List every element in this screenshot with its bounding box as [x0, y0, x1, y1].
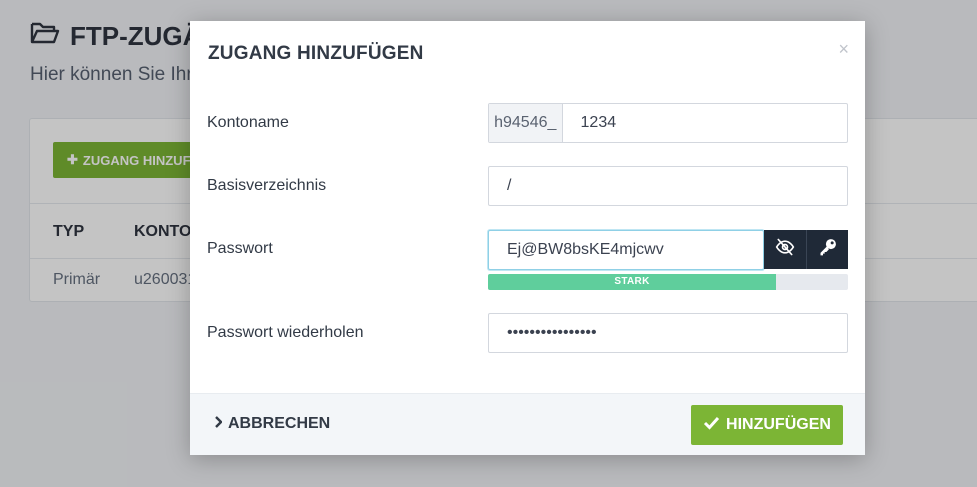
password-label: Passwort — [207, 240, 273, 257]
eye-slash-icon — [775, 237, 795, 262]
generate-password-button[interactable] — [806, 230, 848, 269]
password-field — [488, 230, 764, 270]
password-actions — [764, 230, 848, 269]
submit-button[interactable]: HINZUFÜGEN — [691, 405, 843, 445]
add-account-dialog: ZUGANG HINZUFÜGEN × Kontoname h94546_ Ba… — [190, 21, 865, 455]
dialog-title: ZUGANG HINZUFÜGEN — [208, 43, 424, 64]
account-name-input[interactable] — [562, 104, 847, 142]
check-icon — [703, 416, 720, 435]
password-strength-meter: STARK — [488, 274, 848, 290]
toggle-visibility-button[interactable] — [764, 230, 806, 269]
account-name-field: h94546_ — [488, 103, 848, 143]
dialog-footer: ABBRECHEN HINZUFÜGEN — [190, 393, 865, 455]
base-directory-label: Basisverzeichnis — [207, 177, 327, 194]
password-repeat-field — [488, 313, 848, 353]
close-icon[interactable]: × — [838, 39, 849, 60]
cancel-button[interactable]: ABBRECHEN — [214, 415, 330, 433]
password-input[interactable] — [489, 231, 763, 269]
password-strength-label: STARK — [614, 276, 650, 287]
base-directory-field — [488, 166, 848, 206]
password-repeat-input[interactable] — [489, 314, 847, 352]
account-name-prefix: h94546_ — [489, 104, 563, 142]
cancel-label: ABBRECHEN — [228, 415, 331, 432]
submit-label: HINZUFÜGEN — [726, 416, 831, 433]
base-directory-input[interactable] — [489, 167, 847, 205]
password-repeat-label: Passwort wiederholen — [207, 324, 364, 341]
chevron-right-icon — [214, 415, 223, 433]
key-icon — [818, 237, 838, 262]
account-name-label: Kontoname — [207, 114, 289, 131]
